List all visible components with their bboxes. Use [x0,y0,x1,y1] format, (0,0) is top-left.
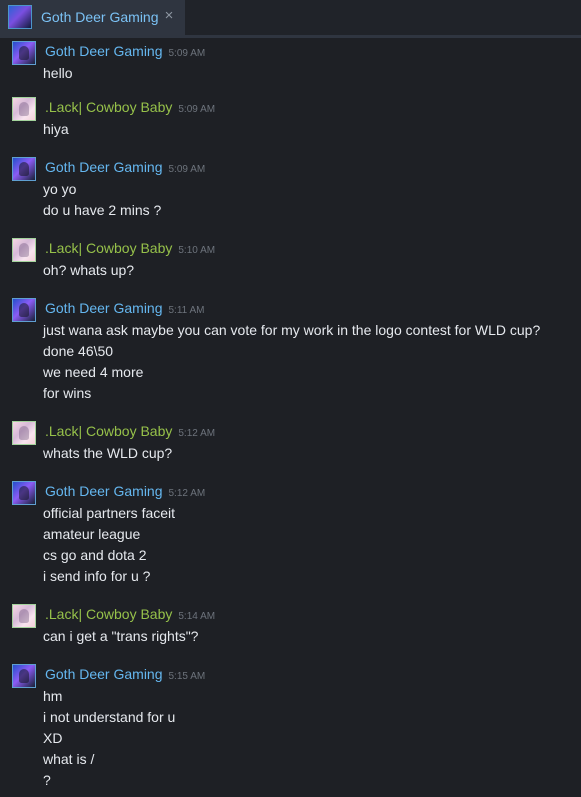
message-author[interactable]: .Lack| Cowboy Baby [45,240,172,256]
chat-log[interactable]: Goth Deer Gaming 5:09 AM hello .Lack| Cow… [0,38,581,797]
message-author[interactable]: Goth Deer Gaming [45,159,163,175]
message-line: XD [43,730,63,746]
message-line: ? [43,772,51,788]
goth-deer-avatar[interactable] [12,481,36,505]
message-author[interactable]: .Lack| Cowboy Baby [45,99,172,115]
message-timestamp: 5:15 AM [168,671,206,682]
message-author[interactable]: Goth Deer Gaming [45,43,163,59]
message-header: .Lack| Cowboy Baby 5:12 AM [45,423,215,441]
message-timestamp: 5:14 AM [178,611,216,622]
lack-cowboy-avatar[interactable] [12,421,36,445]
message-timestamp: 5:11 AM [168,305,205,316]
message-author[interactable]: Goth Deer Gaming [45,666,163,682]
message-author[interactable]: .Lack| Cowboy Baby [45,423,172,439]
message-timestamp: 5:09 AM [168,48,206,59]
message-line: oh? whats up? [43,262,135,278]
message-line: hello [43,65,73,81]
tab-title: Goth Deer Gaming [41,9,159,25]
message-timestamp: 5:09 AM [168,164,206,175]
message-line: yo yo [43,181,77,197]
message-line: amateur league [43,526,141,542]
message-body: official partners faceit amateur league … [43,503,175,587]
message-body: oh? whats up? [43,260,134,281]
lack-cowboy-avatar[interactable] [12,238,36,262]
message-header: .Lack| Cowboy Baby 5:10 AM [45,240,215,258]
message-body: yo yo do u have 2 mins ? [43,179,161,221]
message-line: what is / [43,751,95,767]
message-body: can i get a "trans rights"? [43,626,198,647]
window-titlebar: Goth Deer Gaming × [0,0,581,35]
message-line: i send info for u ? [43,568,151,584]
message-line: do u have 2 mins ? [43,202,162,218]
message-author[interactable]: .Lack| Cowboy Baby [45,606,172,622]
message-header: Goth Deer Gaming 5:12 AM [45,483,205,501]
goth-deer-avatar[interactable] [12,41,36,65]
goth-deer-avatar[interactable] [12,298,36,322]
message-header: Goth Deer Gaming 5:15 AM [45,666,205,684]
message-line: hiya [43,121,69,137]
message-line: whats the WLD cup? [43,445,173,461]
message-body: whats the WLD cup? [43,443,172,464]
message-line: just wana ask maybe you can vote for my … [43,322,541,338]
message-header: Goth Deer Gaming 5:09 AM [45,43,205,61]
message-line: official partners faceit [43,505,176,521]
goth-deer-avatar[interactable] [12,664,36,688]
message-body: hiya [43,119,69,140]
lack-cowboy-avatar[interactable] [12,604,36,628]
message-body: hm i not understand for u XD what is / ? [43,686,175,791]
goth-deer-avatar[interactable] [12,157,36,181]
message-header: Goth Deer Gaming 5:11 AM [45,300,204,318]
message-header: .Lack| Cowboy Baby 5:09 AM [45,99,215,117]
close-tab-icon[interactable]: × [162,7,176,25]
message-line: i not understand for u [43,709,176,725]
message-line: can i get a "trans rights"? [43,628,199,644]
message-timestamp: 5:09 AM [178,104,216,115]
message-timestamp: 5:12 AM [178,428,216,439]
message-line: we need 4 more [43,364,144,380]
message-timestamp: 5:10 AM [178,245,216,256]
message-header: Goth Deer Gaming 5:09 AM [45,159,205,177]
message-line: cs go and dota 2 [43,547,147,563]
message-body: just wana ask maybe you can vote for my … [43,320,540,404]
message-author[interactable]: Goth Deer Gaming [45,483,163,499]
message-author[interactable]: Goth Deer Gaming [45,300,163,316]
message-timestamp: 5:12 AM [168,488,206,499]
lack-cowboy-avatar[interactable] [12,97,36,121]
message-body: hello [43,63,73,84]
message-line: for wins [43,385,92,401]
message-line: hm [43,688,63,704]
chat-tab[interactable]: Goth Deer Gaming × [0,0,185,35]
message-header: .Lack| Cowboy Baby 5:14 AM [45,606,215,624]
tab-avatar-icon [8,5,32,29]
message-line: done 46\50 [43,343,114,359]
